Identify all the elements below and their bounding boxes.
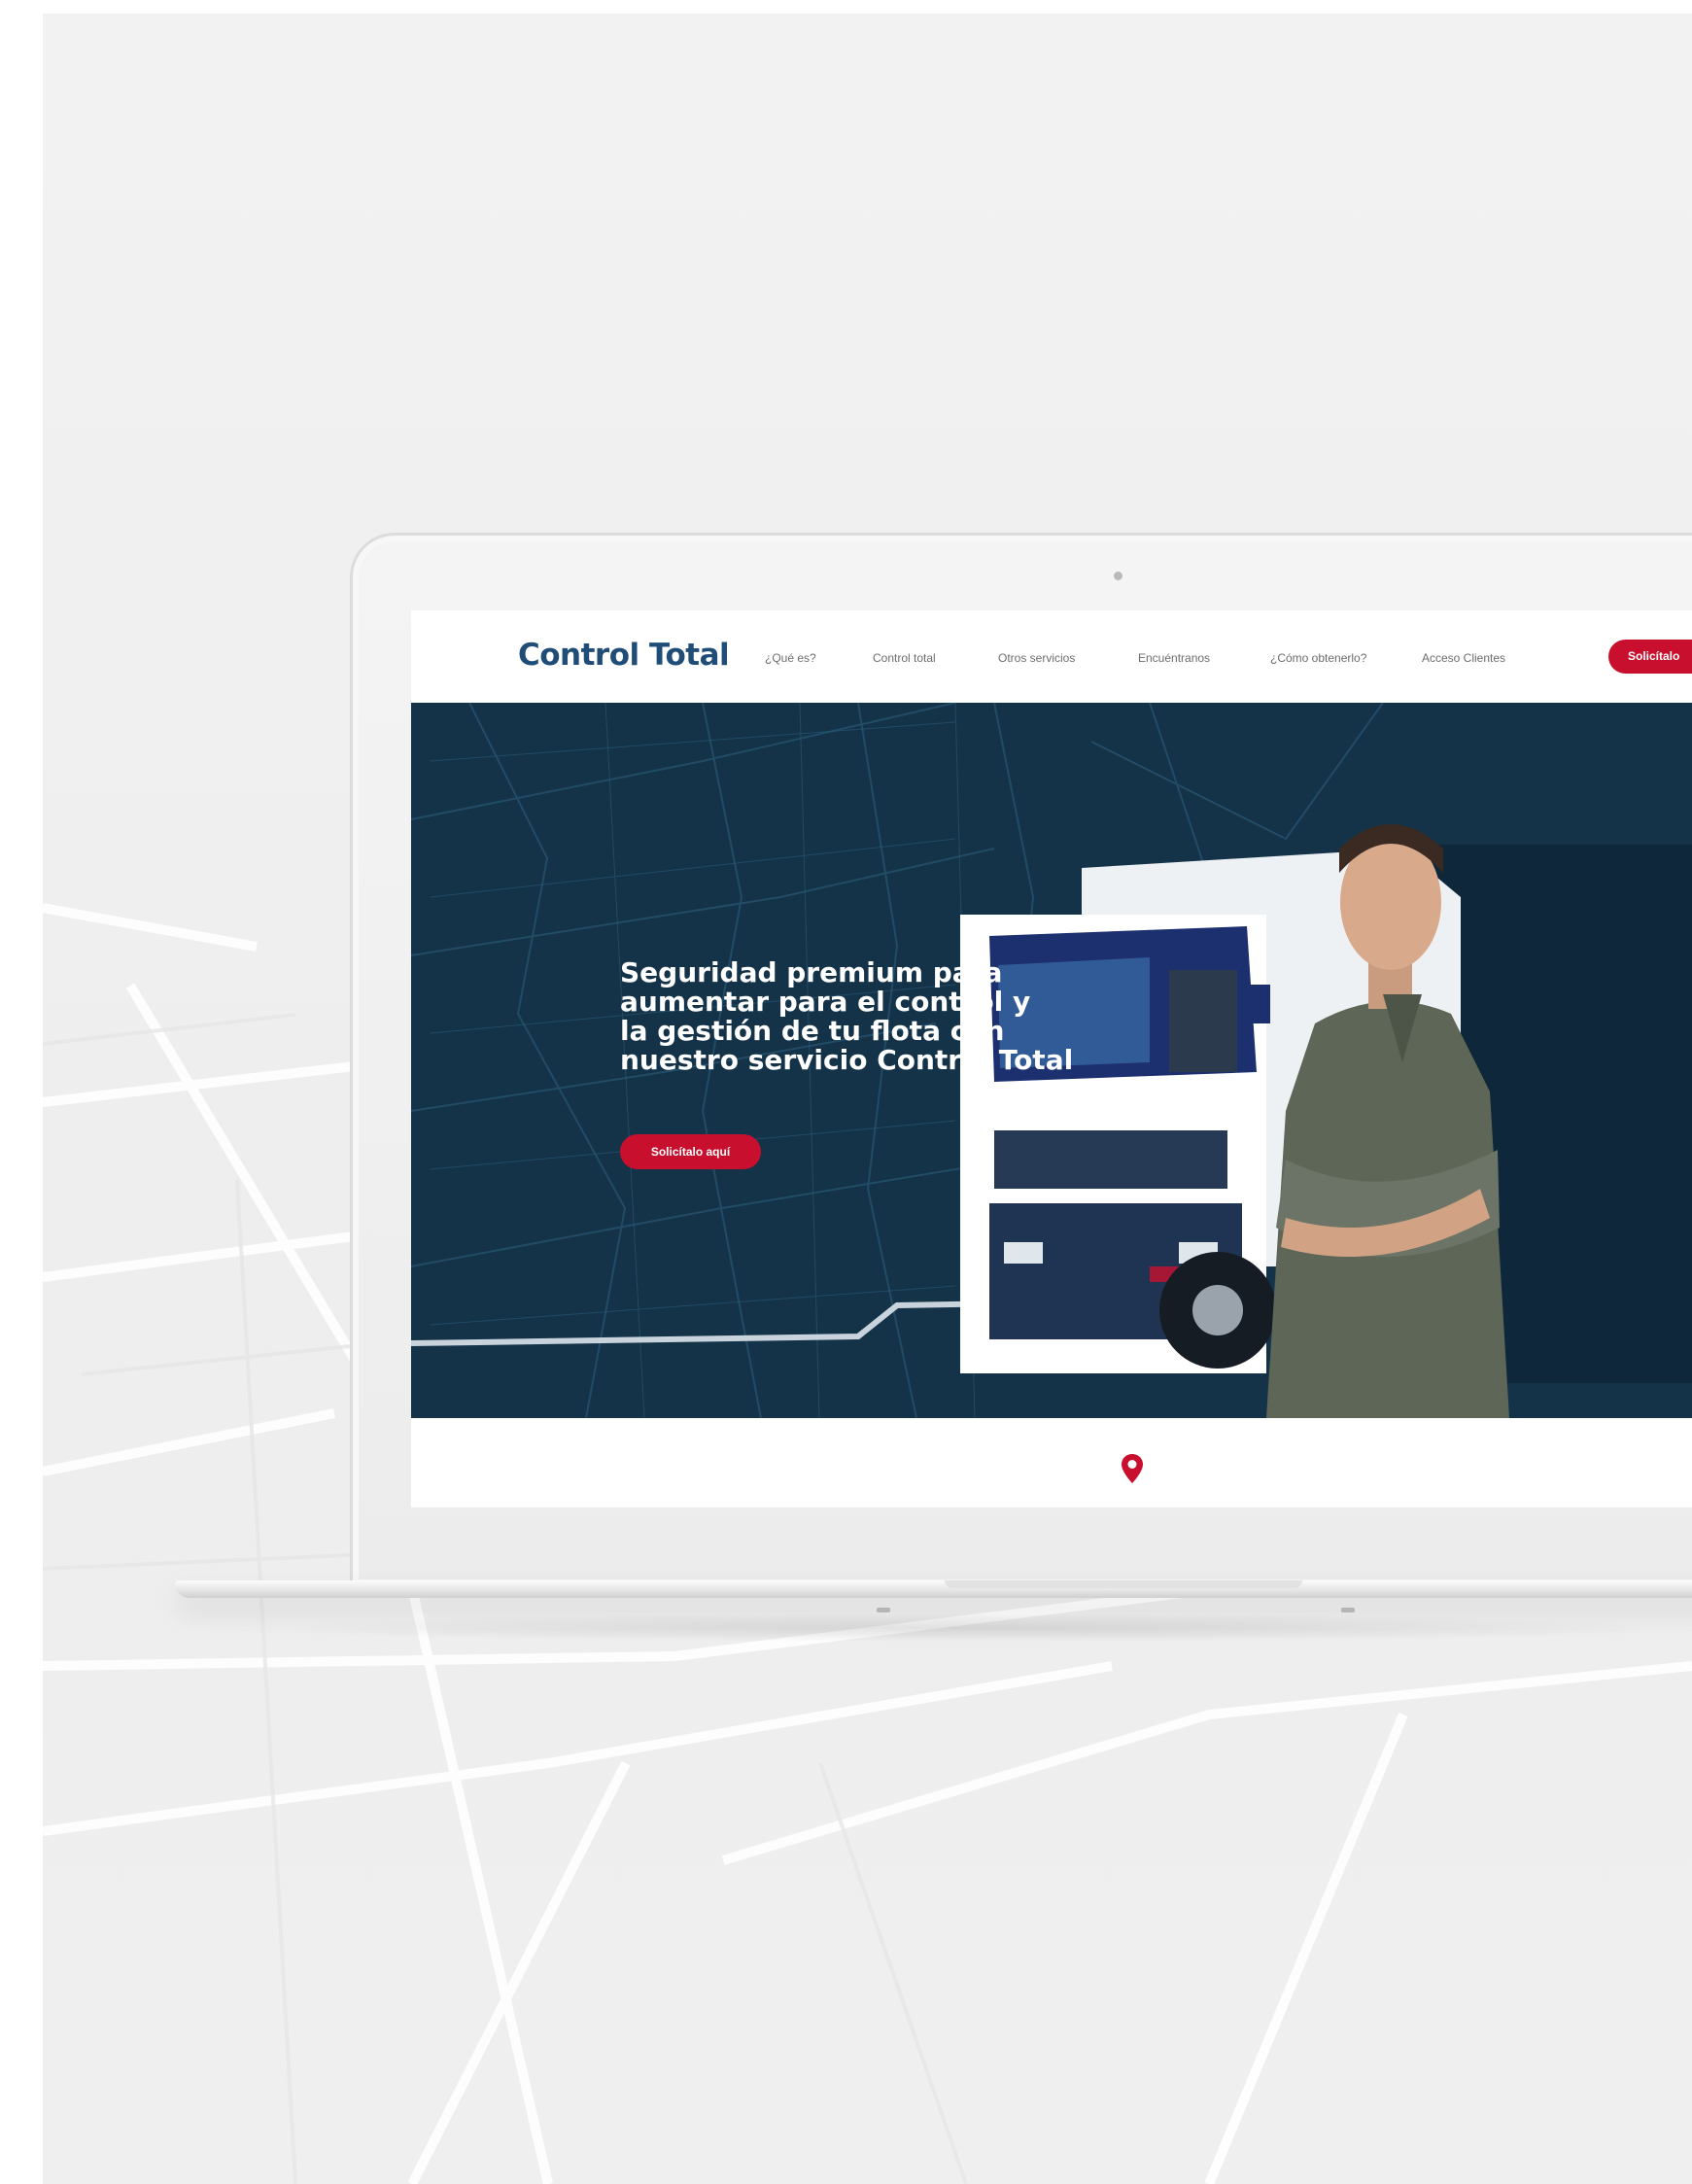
laptop-shadow bbox=[243, 1613, 1692, 1643]
carousel-dot[interactable] bbox=[1124, 1356, 1132, 1364]
nav-link-que-es[interactable]: ¿Qué es? bbox=[765, 651, 816, 665]
nav-link-acceso-clientes[interactable]: Acceso Clientes bbox=[1422, 651, 1505, 665]
laptop-base-notch bbox=[945, 1580, 1302, 1588]
carousel-dot[interactable] bbox=[1140, 1356, 1148, 1364]
mockup-stage: Control Total ¿Qué es? Control total Otr… bbox=[0, 0, 1692, 2184]
site-logo[interactable]: Control Total bbox=[518, 638, 730, 673]
solicitalo-button[interactable]: Solicítalo bbox=[1608, 640, 1692, 674]
hero-headline-line: nuestro servicio Control Total bbox=[620, 1044, 1074, 1076]
hero-headline-line: aumentar para el control y bbox=[620, 986, 1031, 1018]
laptop-foot bbox=[877, 1608, 890, 1612]
laptop-screen: Control Total ¿Qué es? Control total Otr… bbox=[411, 610, 1692, 1508]
carousel-dots bbox=[1109, 1351, 1156, 1369]
nav-link-control-total[interactable]: Control total bbox=[873, 651, 936, 665]
solicitalo-aqui-button[interactable]: Solicítalo aquí bbox=[620, 1134, 761, 1169]
hero-headline-line: la gestión de tu flota con bbox=[620, 1015, 1005, 1047]
carousel-dot[interactable] bbox=[1109, 1356, 1117, 1364]
nav-link-otros-servicios[interactable]: Otros servicios bbox=[998, 651, 1075, 665]
location-strip bbox=[411, 1418, 1692, 1508]
nav-link-encuentranos[interactable]: Encuéntranos bbox=[1138, 651, 1210, 665]
site-header: Control Total ¿Qué es? Control total Otr… bbox=[411, 610, 1692, 703]
map-pin-icon[interactable] bbox=[1121, 1453, 1144, 1489]
laptop-base bbox=[175, 1580, 1692, 1598]
hero-banner: Seguridad premium para aumentar para el … bbox=[411, 703, 1692, 1418]
nav-link-como-obtenerlo[interactable]: ¿Cómo obtenerlo? bbox=[1270, 651, 1366, 665]
hero-headline-line: Seguridad premium para bbox=[620, 956, 1003, 988]
laptop-camera bbox=[1114, 572, 1122, 580]
laptop-foot bbox=[1341, 1608, 1355, 1612]
hero-headline: Seguridad premium para aumentar para el … bbox=[620, 958, 1077, 1075]
